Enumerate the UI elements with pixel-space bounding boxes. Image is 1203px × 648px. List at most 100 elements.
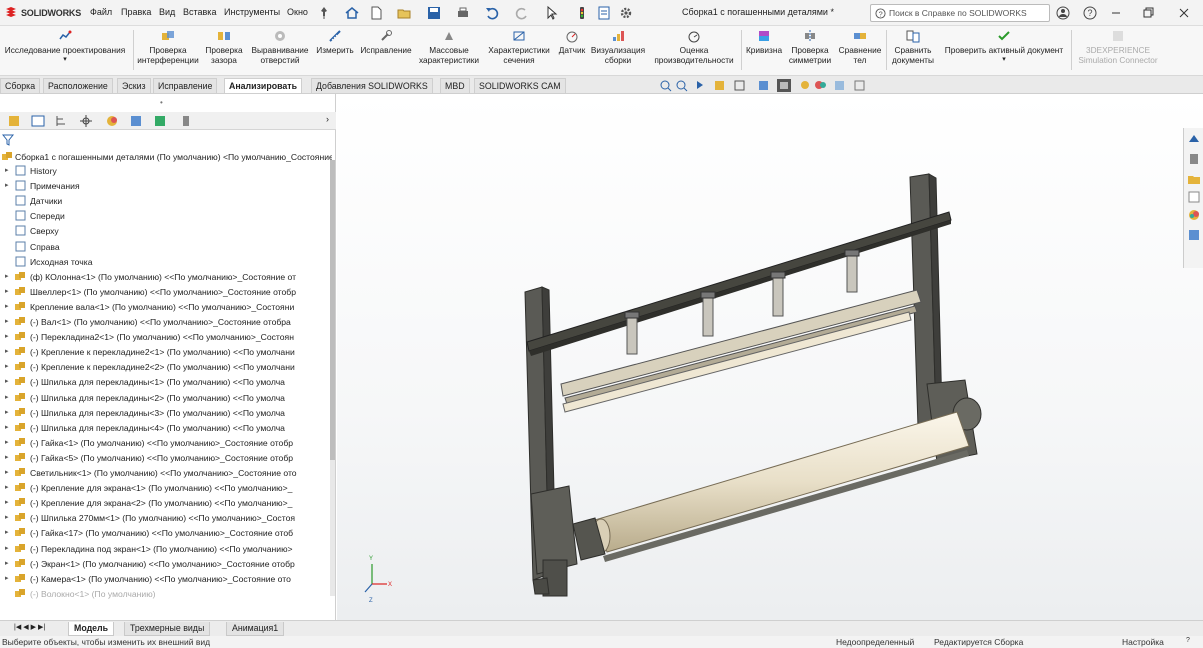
measure-button[interactable]: Измерить bbox=[313, 26, 357, 74]
tree-item[interactable]: ▸ (-) Шпилька для перекладины<2> (По умол… bbox=[0, 391, 330, 406]
print-icon[interactable] bbox=[455, 5, 471, 21]
appearances-icon[interactable] bbox=[1187, 208, 1201, 222]
light-rail[interactable] bbox=[560, 289, 922, 413]
mass-properties-button[interactable]: Массовые характеристики bbox=[415, 26, 483, 74]
tab-assembly[interactable]: Сборка bbox=[0, 78, 41, 93]
solidworks-resources-icon[interactable] bbox=[1187, 132, 1201, 146]
menu-window[interactable]: Окно bbox=[287, 7, 308, 17]
filter-button[interactable] bbox=[1, 134, 22, 147]
expand-arrow-icon[interactable]: ▸ bbox=[5, 559, 9, 567]
file-explorer-icon[interactable] bbox=[1187, 172, 1201, 186]
tree-item[interactable]: ▸ (-) Гайка<17> (По умолчанию) <<По умолч… bbox=[0, 526, 330, 541]
expand-arrow-icon[interactable]: ▸ bbox=[5, 483, 9, 491]
minimize-icon[interactable] bbox=[1108, 5, 1124, 21]
display-manager-icon[interactable] bbox=[104, 114, 120, 128]
assembly-model-view[interactable]: Y X Z bbox=[337, 94, 1203, 620]
panel-collapse-dots[interactable]: • bbox=[160, 98, 163, 107]
tree-item[interactable]: ▸ (-) Крепление для экрана<1> (По умолчан… bbox=[0, 481, 330, 496]
custom-properties-icon[interactable] bbox=[1187, 228, 1201, 242]
tree-item[interactable]: Спереди bbox=[0, 209, 330, 224]
tree-item[interactable]: ▸ (-) Шпилька 270мм<1> (По умолчанию) <<П… bbox=[0, 511, 330, 526]
compare-documents-button[interactable]: Сравнить документы bbox=[889, 26, 937, 74]
tree-item[interactable]: ▸ (-) Вал<1> (По умолчанию) <<По умолчани… bbox=[0, 315, 330, 330]
tab-analyze[interactable]: Анализировать bbox=[224, 78, 302, 93]
help-search-input[interactable]: ? Поиск в Справке по SOLIDWORKS bbox=[870, 4, 1050, 22]
tree-scrollbar[interactable] bbox=[330, 160, 335, 596]
tree-item[interactable]: ▸ (-) Камера<1> (По умолчанию) <<По умолч… bbox=[0, 572, 330, 587]
options-gear-icon[interactable] bbox=[618, 5, 634, 21]
feature-tree-icon[interactable] bbox=[6, 114, 22, 128]
tab-solidworks-cam[interactable]: SOLIDWORKS CAM bbox=[474, 78, 566, 93]
home-icon[interactable] bbox=[344, 5, 360, 21]
design-study-button[interactable]: Исследование проектирования ▾ bbox=[2, 26, 128, 74]
assembly-visualization-button[interactable]: Визуализация сборки bbox=[590, 26, 646, 74]
tree-item[interactable]: ▸ History bbox=[0, 164, 330, 179]
tree-item[interactable]: ▸ Швеллер<1> (По умолчанию) <<По умолчани… bbox=[0, 285, 330, 300]
heads-up-view-toolbar[interactable] bbox=[659, 78, 1179, 94]
cam-feature-icon[interactable] bbox=[128, 114, 144, 128]
expand-arrow-icon[interactable]: ▸ bbox=[5, 468, 9, 476]
view-palette-icon[interactable] bbox=[1187, 190, 1201, 204]
expand-arrow-icon[interactable]: ▸ bbox=[5, 393, 9, 401]
pin-icon[interactable] bbox=[316, 5, 332, 21]
file-properties-icon[interactable] bbox=[596, 5, 612, 21]
tree-item[interactable]: Справа bbox=[0, 240, 330, 255]
configuration-manager-icon[interactable] bbox=[53, 114, 69, 128]
sensor-button[interactable]: Датчик bbox=[555, 26, 589, 74]
hole-alignment-button[interactable]: Выравнивание отверстий bbox=[248, 26, 312, 74]
expand-arrow-icon[interactable]: ▸ bbox=[5, 438, 9, 446]
traffic-light-icon[interactable] bbox=[574, 5, 590, 21]
chevron-right-icon[interactable]: › bbox=[326, 114, 329, 124]
help-icon[interactable]: ? bbox=[1082, 5, 1098, 21]
menu-edit[interactable]: Правка bbox=[121, 7, 151, 17]
cam-operation-icon[interactable] bbox=[152, 114, 168, 128]
menu-file[interactable]: Файл bbox=[90, 7, 112, 17]
interference-check-button[interactable]: Проверка интерференции bbox=[137, 26, 199, 74]
undo-icon[interactable] bbox=[484, 5, 500, 21]
expand-arrow-icon[interactable]: ▸ bbox=[5, 377, 9, 385]
expand-arrow-icon[interactable]: ▸ bbox=[5, 544, 9, 552]
expand-arrow-icon[interactable]: ▸ bbox=[5, 498, 9, 506]
tree-item[interactable]: ▸ (ф) КОлонна<1> (По умолчанию) <<По умол… bbox=[0, 270, 330, 285]
expand-arrow-icon[interactable]: ▸ bbox=[5, 317, 9, 325]
check-active-document-button[interactable]: Проверить активный документ ▾ bbox=[938, 26, 1070, 74]
symmetry-check-button[interactable]: Проверка симметрии bbox=[785, 26, 835, 74]
open-folder-icon[interactable] bbox=[396, 5, 412, 21]
tab-sketch[interactable]: Эскиз bbox=[117, 78, 151, 93]
expand-arrow-icon[interactable]: ▸ bbox=[5, 181, 9, 189]
fix-button[interactable]: Исправление bbox=[358, 26, 414, 74]
top-channel-beam[interactable] bbox=[526, 211, 952, 356]
expand-arrow-icon[interactable]: ▸ bbox=[5, 362, 9, 370]
tab-animation[interactable]: Анимация1 bbox=[226, 622, 285, 636]
graphics-area[interactable]: Y X Z bbox=[337, 79, 1203, 620]
close-icon[interactable] bbox=[1176, 5, 1192, 21]
menu-insert[interactable]: Вставка bbox=[183, 7, 216, 17]
tree-item[interactable]: Датчики bbox=[0, 194, 330, 209]
tab-3d-views[interactable]: Трехмерные виды bbox=[124, 622, 211, 636]
tree-item[interactable]: ▸ Светильник<1> (По умолчанию) <<По умолч… bbox=[0, 466, 330, 481]
property-manager-icon[interactable] bbox=[30, 114, 46, 128]
dimxpert-icon[interactable] bbox=[78, 114, 94, 128]
curvature-button[interactable]: Кривизна bbox=[744, 26, 784, 74]
tree-item[interactable]: ▸ (-) Шпилька для перекладины<3> (По умол… bbox=[0, 406, 330, 421]
tab-layout[interactable]: Расположение bbox=[43, 78, 113, 93]
expand-arrow-icon[interactable]: ▸ bbox=[5, 272, 9, 280]
save-icon[interactable] bbox=[426, 5, 442, 21]
tree-item[interactable]: (-) Волокно<1> (По умолчанию) bbox=[0, 587, 330, 602]
select-arrow-icon[interactable] bbox=[544, 5, 560, 21]
tree-item[interactable]: ▸ Крепление вала<1> (По умолчанию) <<По у… bbox=[0, 300, 330, 315]
tab-mbd[interactable]: MBD bbox=[440, 78, 470, 93]
tree-item[interactable]: ▸ (-) Экран<1> (По умолчанию) <<По умолча… bbox=[0, 557, 330, 572]
tree-item[interactable]: ▸ (-) Крепление к перекладине2<2> (По умо… bbox=[0, 360, 330, 375]
tree-item[interactable]: ▸ (-) Шпилька для перекладины<1> (По умол… bbox=[0, 375, 330, 390]
tree-item[interactable]: Сверху bbox=[0, 224, 330, 239]
status-units[interactable]: Настройка bbox=[1122, 637, 1164, 647]
tree-root[interactable]: Сборка1 с погашенными деталями (По умолч… bbox=[2, 150, 332, 165]
user-account-icon[interactable] bbox=[1055, 5, 1071, 21]
tree-item[interactable]: ▸ (-) Перекладина под экран<1> (По умолча… bbox=[0, 542, 330, 557]
expand-arrow-icon[interactable]: ▸ bbox=[5, 453, 9, 461]
expand-arrow-icon[interactable]: ▸ bbox=[5, 528, 9, 536]
tree-item[interactable]: ▸ (-) Шпилька для перекладины<4> (По умол… bbox=[0, 421, 330, 436]
expand-arrow-icon[interactable]: ▸ bbox=[5, 302, 9, 310]
clearance-check-button[interactable]: Проверка зазора bbox=[202, 26, 246, 74]
